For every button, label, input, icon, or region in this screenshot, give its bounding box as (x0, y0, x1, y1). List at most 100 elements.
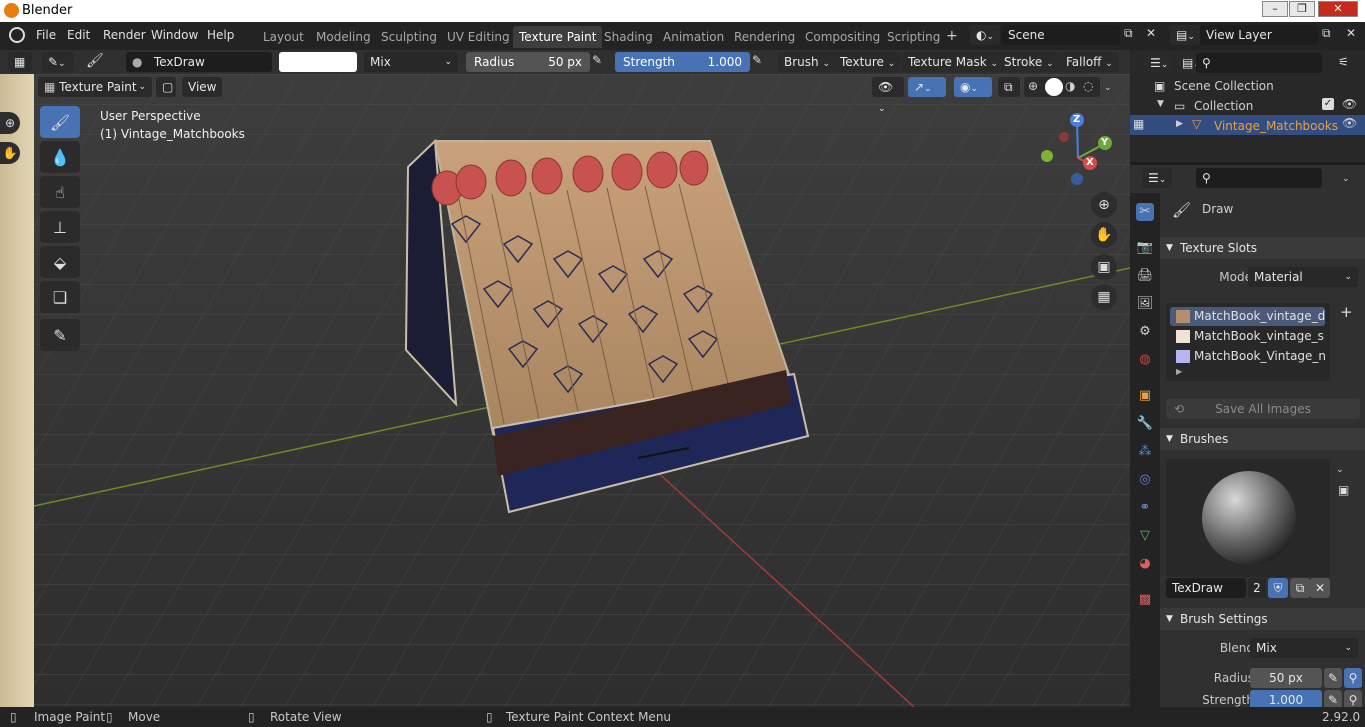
radius-field[interactable]: 50 px (1250, 668, 1322, 688)
delete-scene-icon[interactable]: ✕ (1146, 26, 1156, 40)
constraints-tab-icon[interactable]: ⚭ (1136, 499, 1154, 517)
slot-specular[interactable]: MatchBook_vintage_sp... (1170, 327, 1325, 346)
unlink-brush-icon[interactable]: ✕ (1310, 578, 1330, 598)
radius-slider[interactable]: Radius 50 px (466, 52, 590, 72)
ortho-toggle-icon[interactable]: ▦ (1091, 284, 1117, 310)
properties-editor-icon[interactable]: ☰⌄ (1142, 168, 1172, 188)
pan-view-icon[interactable]: ✋ (1091, 222, 1117, 248)
object-visibility-icon[interactable]: 👁 (1342, 116, 1357, 130)
delete-view-layer-icon[interactable]: ✕ (1346, 26, 1356, 40)
outliner-editor-icon[interactable]: ☰⌄ (1144, 53, 1172, 73)
tool-icon[interactable]: ✎⌄ (42, 52, 74, 72)
maximize-button[interactable]: ❐ (1289, 1, 1315, 17)
tab-sculpting[interactable]: Sculpting (375, 26, 443, 48)
3d-viewport[interactable]: 🖌 💧 ☝ ⊥ ⬙ ❏ ✎ User Perspective (1) Vinta… (34, 74, 1130, 707)
scene-name-field[interactable]: Scene (1002, 25, 1120, 45)
particles-tab-icon[interactable]: ⁂ (1136, 443, 1154, 461)
draw-tool-icon[interactable]: 🖌 (40, 106, 80, 138)
xray-toggle-icon[interactable]: ⧉ (998, 77, 1020, 97)
collection-expand-icon[interactable]: ▼ (1157, 99, 1164, 109)
tab-rendering[interactable]: Rendering (728, 26, 801, 48)
rendered-shading-icon[interactable]: ◌ (1083, 79, 1093, 93)
properties-search-input[interactable]: ⚲ (1196, 168, 1322, 188)
tab-scripting[interactable]: Scripting (881, 26, 946, 48)
tab-texture-paint[interactable]: Texture Paint (513, 26, 603, 48)
tab-shading[interactable]: Shading (598, 26, 659, 48)
modifier-tab-icon[interactable]: 🔧 (1136, 415, 1154, 433)
tab-uv-editing[interactable]: UV Editing (441, 26, 516, 48)
brush-list-chevron-icon[interactable]: ⌄ (1336, 461, 1344, 475)
texture-slots-header[interactable]: ▼ Texture Slots (1160, 237, 1365, 259)
wireframe-shading-icon[interactable]: ⊕ (1028, 79, 1038, 93)
brush-name-field[interactable]: ● TexDraw (126, 52, 272, 72)
collection-label[interactable]: Collection (1194, 99, 1253, 113)
color-swatch[interactable] (279, 52, 357, 72)
scene-tab-icon[interactable]: ⚙ (1136, 323, 1154, 341)
menu-window[interactable]: Window (151, 28, 198, 42)
slot-mode-dropdown[interactable]: Material ⌄ (1248, 267, 1358, 287)
gizmo-toggle-icon[interactable]: ↗⌄ (908, 77, 946, 97)
smear-tool-icon[interactable]: ☝ (40, 176, 80, 208)
collection-visibility-icon[interactable]: 👁 (1342, 97, 1357, 111)
collection-checkbox[interactable]: ✓ (1322, 98, 1334, 110)
output-tab-icon[interactable]: 🖨 (1136, 267, 1154, 285)
mask-toggle-icon[interactable]: ▢ (156, 77, 176, 97)
stroke-menu[interactable]: Stroke ⌄ (998, 52, 1060, 72)
blend-dropdown[interactable]: Mix ⌄ (1250, 638, 1358, 658)
radius-pressure-toggle-icon[interactable]: ✎ (1324, 668, 1342, 688)
add-workspace-button[interactable]: + (946, 28, 958, 44)
view-layer-field[interactable]: View Layer (1200, 25, 1318, 45)
mode-dropdown[interactable]: ▦ Texture Paint ⌄ (38, 77, 152, 97)
shading-options-chevron-icon[interactable]: ⌄ (1104, 79, 1112, 93)
slot-diffuse[interactable]: MatchBook_vintage_diff... (1170, 307, 1325, 326)
slot-normal[interactable]: MatchBook_Vintage_no... (1170, 347, 1325, 366)
brushes-header[interactable]: ▼ Brushes (1160, 428, 1365, 450)
brush-preview[interactable] (1166, 459, 1330, 577)
menu-render[interactable]: Render (103, 28, 146, 42)
brush-name-input[interactable]: TexDraw (1166, 578, 1246, 598)
overlay-toggle-icon[interactable]: ◉⌄ (954, 77, 992, 97)
camera-view-icon[interactable]: ▣ (1091, 254, 1117, 280)
tab-modeling[interactable]: Modeling (310, 26, 377, 48)
clone-tool-icon[interactable]: ⊥ (40, 211, 80, 243)
editor-type-icon[interactable]: ▦ (8, 52, 32, 72)
material-shading-icon[interactable]: ◑ (1065, 79, 1075, 93)
strength-slider[interactable]: Strength 1.000 (615, 52, 750, 72)
render-tab-icon[interactable]: 📷 (1136, 239, 1154, 257)
annotate-tool-icon[interactable]: ✎ (40, 319, 80, 351)
filter-icon[interactable]: ⚟ (1338, 55, 1349, 69)
object-expand-icon[interactable]: ▶ (1176, 119, 1183, 129)
view-layer-icon[interactable]: ▤⌄ (1170, 25, 1200, 45)
material-tab-icon[interactable]: ◕ (1136, 555, 1154, 573)
brush-image-icon[interactable]: ▣ (1338, 483, 1349, 497)
brush-settings-header[interactable]: ▼ Brush Settings (1160, 608, 1365, 630)
radius-pressure-icon[interactable]: ✎ (592, 53, 602, 67)
new-scene-icon[interactable]: ⧉ (1124, 26, 1133, 41)
zoom-view-icon[interactable]: ⊕ (1091, 192, 1117, 218)
new-view-layer-icon[interactable]: ⧉ (1322, 26, 1331, 41)
strength-pressure-icon[interactable]: ✎ (752, 53, 762, 67)
texture-menu[interactable]: Texture ⌄ (834, 52, 902, 72)
mask-tool-icon[interactable]: ❏ (40, 281, 80, 313)
texture-mask-menu[interactable]: Texture Mask ⌄ (902, 52, 1005, 72)
menu-help[interactable]: Help (207, 28, 234, 42)
tab-animation[interactable]: Animation (657, 26, 730, 48)
blender-menu-icon[interactable] (9, 27, 25, 43)
props-options-icon[interactable]: ⌄ (1342, 170, 1350, 184)
tab-compositing[interactable]: Compositing (799, 26, 886, 48)
blend-mode-dropdown[interactable]: Mix ⌄ (364, 52, 458, 72)
texture-paint-mode-icon[interactable]: ▦ (1133, 117, 1144, 131)
physics-tab-icon[interactable]: ◎ (1136, 471, 1154, 489)
falloff-menu[interactable]: Falloff ⌄ (1060, 52, 1119, 72)
tab-layout[interactable]: Layout (257, 26, 310, 48)
menu-file[interactable]: File (36, 28, 56, 42)
texture-tab-icon[interactable]: ▩ (1136, 591, 1154, 609)
solid-shading-icon[interactable] (1045, 78, 1063, 96)
duplicate-brush-icon[interactable]: ⧉ (1290, 578, 1310, 598)
fake-user-shield-icon[interactable]: ⛨ (1268, 578, 1288, 598)
object-label[interactable]: Vintage_Matchbooks (1214, 119, 1338, 133)
close-window-button[interactable]: ✕ (1318, 1, 1358, 17)
data-tab-icon[interactable]: ▽ (1136, 527, 1154, 545)
world-tab-icon[interactable]: ◍ (1136, 351, 1154, 369)
radius-unit-icon[interactable]: ⚲ (1344, 668, 1362, 688)
